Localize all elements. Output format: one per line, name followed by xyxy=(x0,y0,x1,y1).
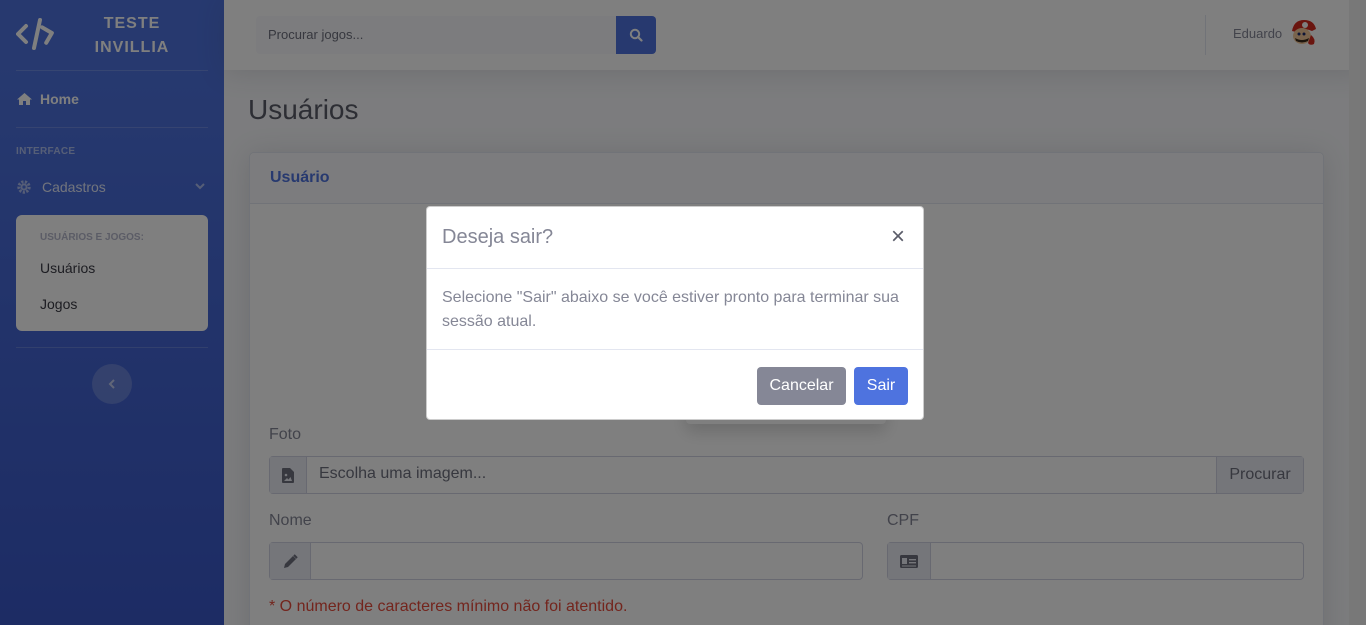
cancel-button[interactable]: Cancelar xyxy=(757,367,846,405)
modal-footer: Cancelar Sair xyxy=(427,349,923,419)
close-icon[interactable]: × xyxy=(891,225,905,249)
modal-header: Deseja sair? × xyxy=(427,207,923,269)
logout-button[interactable]: Sair xyxy=(854,367,908,405)
logout-modal: Deseja sair? × Selecione "Sair" abaixo s… xyxy=(426,206,924,420)
modal-title: Deseja sair? xyxy=(442,226,554,248)
modal-body: Selecione "Sair" abaixo se você estiver … xyxy=(442,289,899,330)
